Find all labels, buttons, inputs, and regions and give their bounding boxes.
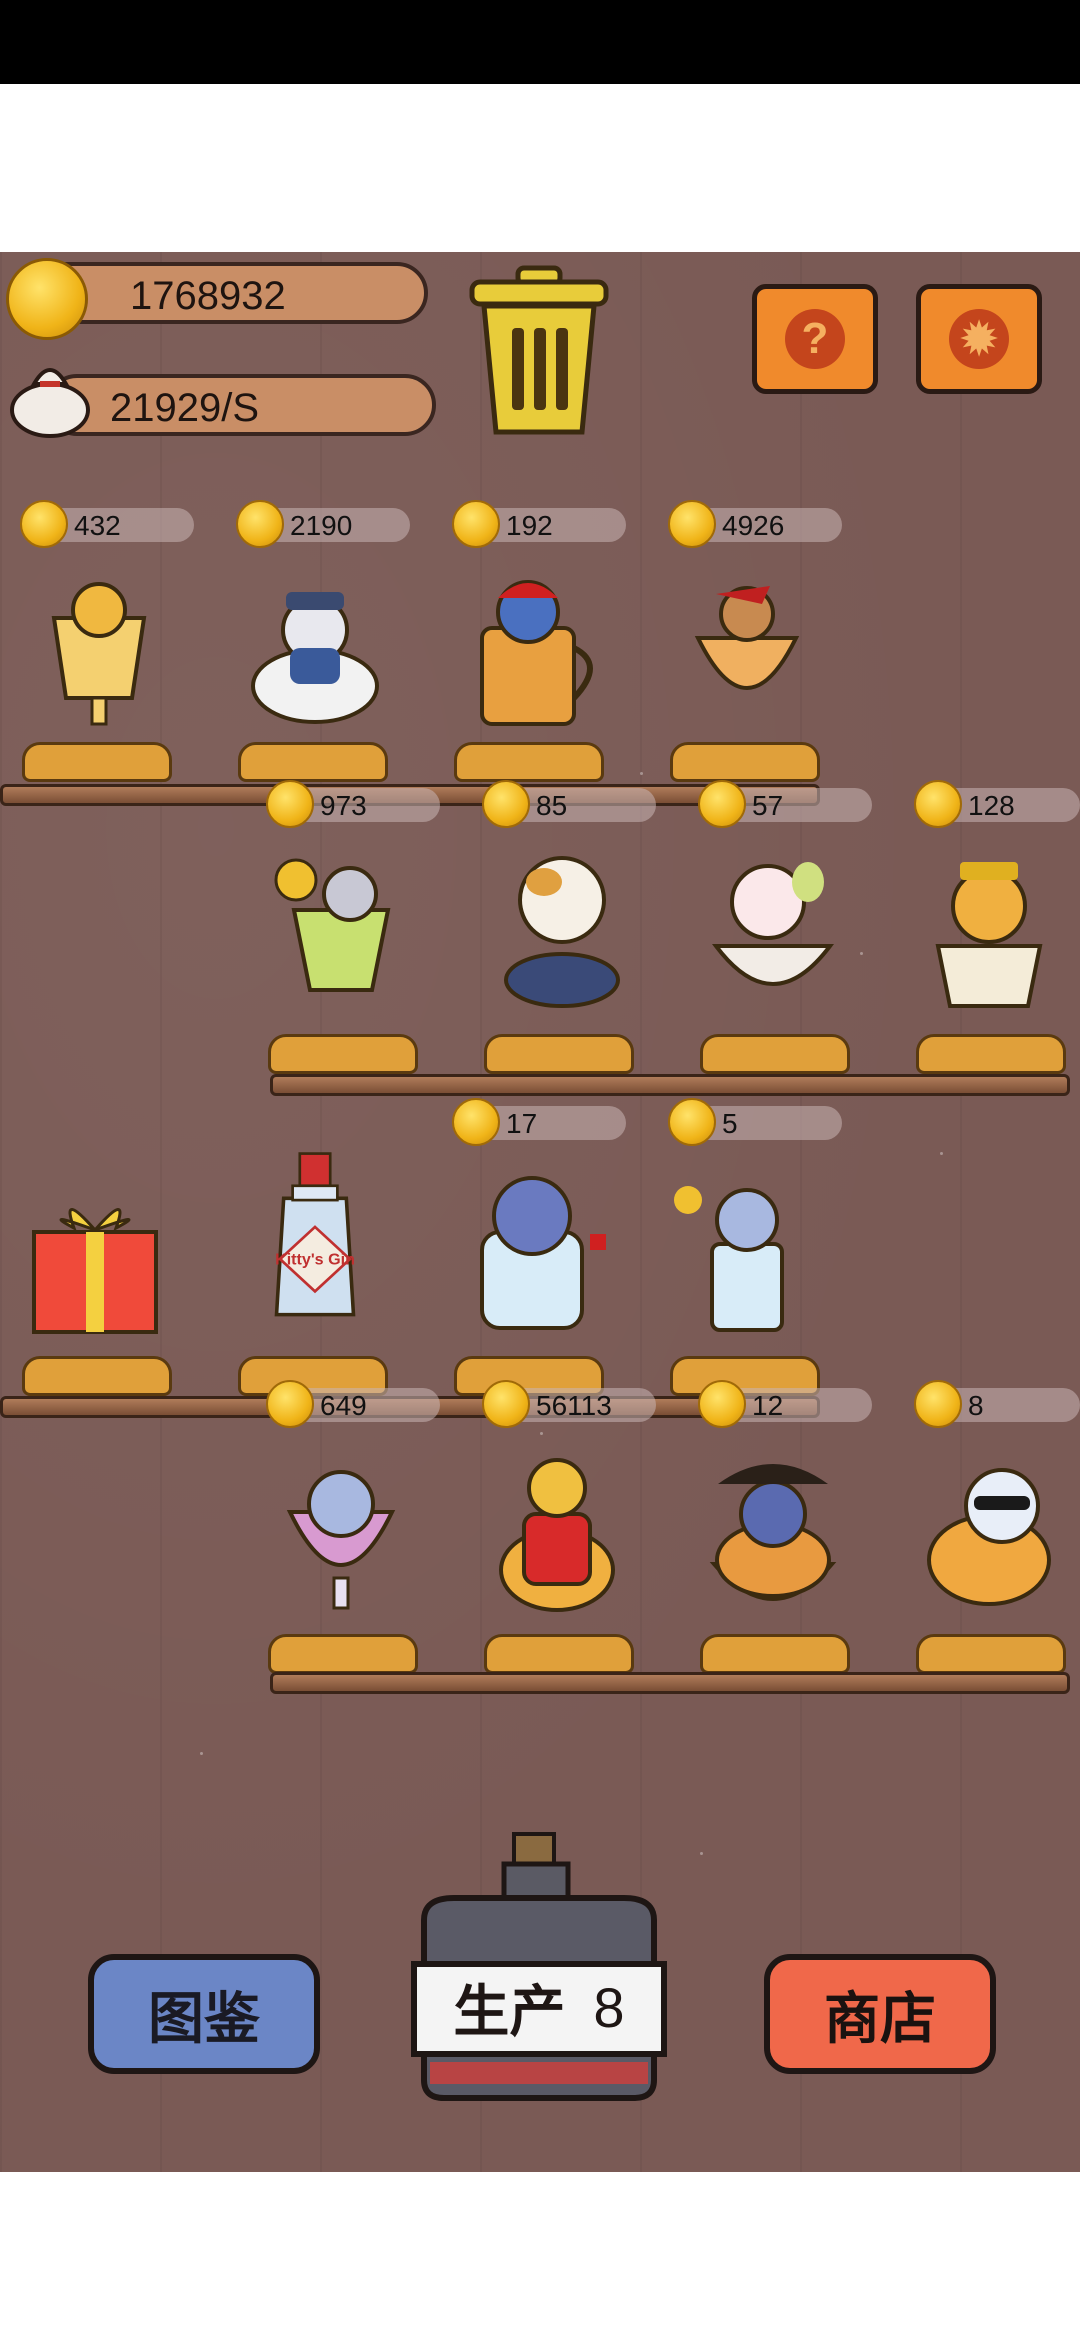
coin-icon	[20, 500, 68, 548]
cat-in-sundae-glass[interactable]	[672, 568, 822, 738]
shelf	[270, 1074, 1070, 1096]
coin-icon	[266, 780, 314, 828]
item-stand	[268, 1034, 418, 1074]
item-stand	[454, 742, 604, 782]
coin-icon	[698, 1380, 746, 1428]
coin-icon	[452, 500, 500, 548]
money-sack-icon	[10, 368, 90, 438]
cat-in-noodle-bowl[interactable]	[698, 842, 848, 1012]
price-tag: 4926	[668, 500, 842, 548]
item-stand	[268, 1634, 418, 1674]
pirate-cat-in-pot[interactable]	[698, 1444, 848, 1614]
collection-button[interactable]: 图鉴	[88, 1954, 320, 2074]
calico-cat-in-bowl[interactable]	[482, 842, 632, 1012]
settings-button[interactable]: ✹	[916, 284, 1042, 394]
price-tag: 2190	[236, 500, 410, 548]
item-stand	[700, 1034, 850, 1074]
produce-count: 8	[593, 1975, 625, 2039]
gift-box[interactable]	[20, 1170, 170, 1340]
coin-icon	[914, 1380, 962, 1428]
coin-counter: 1768932	[36, 262, 428, 324]
shop-button[interactable]: 商店	[764, 1954, 996, 2074]
cat-in-teapot[interactable]	[482, 1444, 632, 1614]
income-rate: 21929/S	[110, 386, 260, 430]
coin-icon	[6, 258, 88, 340]
price-tag: 8	[914, 1380, 1080, 1428]
help-button[interactable]: ?	[752, 284, 878, 394]
price-tag: 17	[452, 1098, 626, 1146]
coin-icon	[482, 1380, 530, 1428]
price-tag: 973	[266, 780, 440, 828]
coin-count: 1768932	[130, 274, 286, 318]
question-icon: ?	[785, 309, 845, 369]
price-tag: 56113	[482, 1380, 656, 1428]
item-stand	[238, 742, 388, 782]
bottle-label: Kitty's Gin	[275, 1251, 355, 1269]
income-counter: 21929/S	[46, 374, 436, 436]
coin-icon	[914, 780, 962, 828]
cat-in-lime-glass[interactable]	[266, 850, 416, 1020]
shop-label: 商店	[824, 1986, 936, 2050]
item-stand	[22, 1356, 172, 1396]
price-tag: 128	[914, 780, 1080, 828]
coin-icon	[668, 500, 716, 548]
emperor-cat-in-bowl[interactable]	[914, 842, 1064, 1012]
item-stand	[484, 1634, 634, 1674]
coin-icon	[266, 1380, 314, 1428]
sunglasses-cat-in-basket[interactable]	[914, 1444, 1064, 1614]
cat-in-ice-glass[interactable]	[456, 1164, 606, 1334]
price-tag: 5	[668, 1098, 842, 1146]
gear-icon: ✹	[949, 309, 1009, 369]
produce-label-area: 生产 8	[418, 1966, 660, 2048]
price-tag: 192	[452, 500, 626, 548]
price-tag: 57	[698, 780, 872, 828]
shelf	[270, 1672, 1070, 1694]
price-tag: 432	[20, 500, 194, 548]
item-stand	[484, 1034, 634, 1074]
cat-in-goblet[interactable]	[24, 568, 174, 738]
status-bar	[0, 0, 1080, 84]
trash-can-icon[interactable]	[464, 264, 614, 440]
price-tag: 649	[266, 1380, 440, 1428]
cat-in-wine-glass[interactable]	[266, 1448, 416, 1618]
cat-in-teacup[interactable]	[240, 568, 390, 738]
coin-icon	[482, 780, 530, 828]
collection-label: 图鉴	[148, 1986, 260, 2050]
item-stand	[916, 1634, 1066, 1674]
price-tag: 12	[698, 1380, 872, 1428]
cat-in-soda-glass[interactable]	[672, 1164, 822, 1334]
coin-icon	[452, 1098, 500, 1146]
price-tag: 85	[482, 780, 656, 828]
coin-icon	[668, 1098, 716, 1146]
coin-icon	[236, 500, 284, 548]
produce-label: 生产	[453, 1979, 566, 2043]
item-stand	[916, 1034, 1066, 1074]
kittys-gin-bottle[interactable]: Kitty's Gin	[240, 1150, 390, 1320]
cat-in-beer-mug[interactable]	[456, 568, 606, 738]
item-stand	[22, 742, 172, 782]
item-stand	[700, 1634, 850, 1674]
coin-icon	[698, 780, 746, 828]
item-stand	[670, 742, 820, 782]
